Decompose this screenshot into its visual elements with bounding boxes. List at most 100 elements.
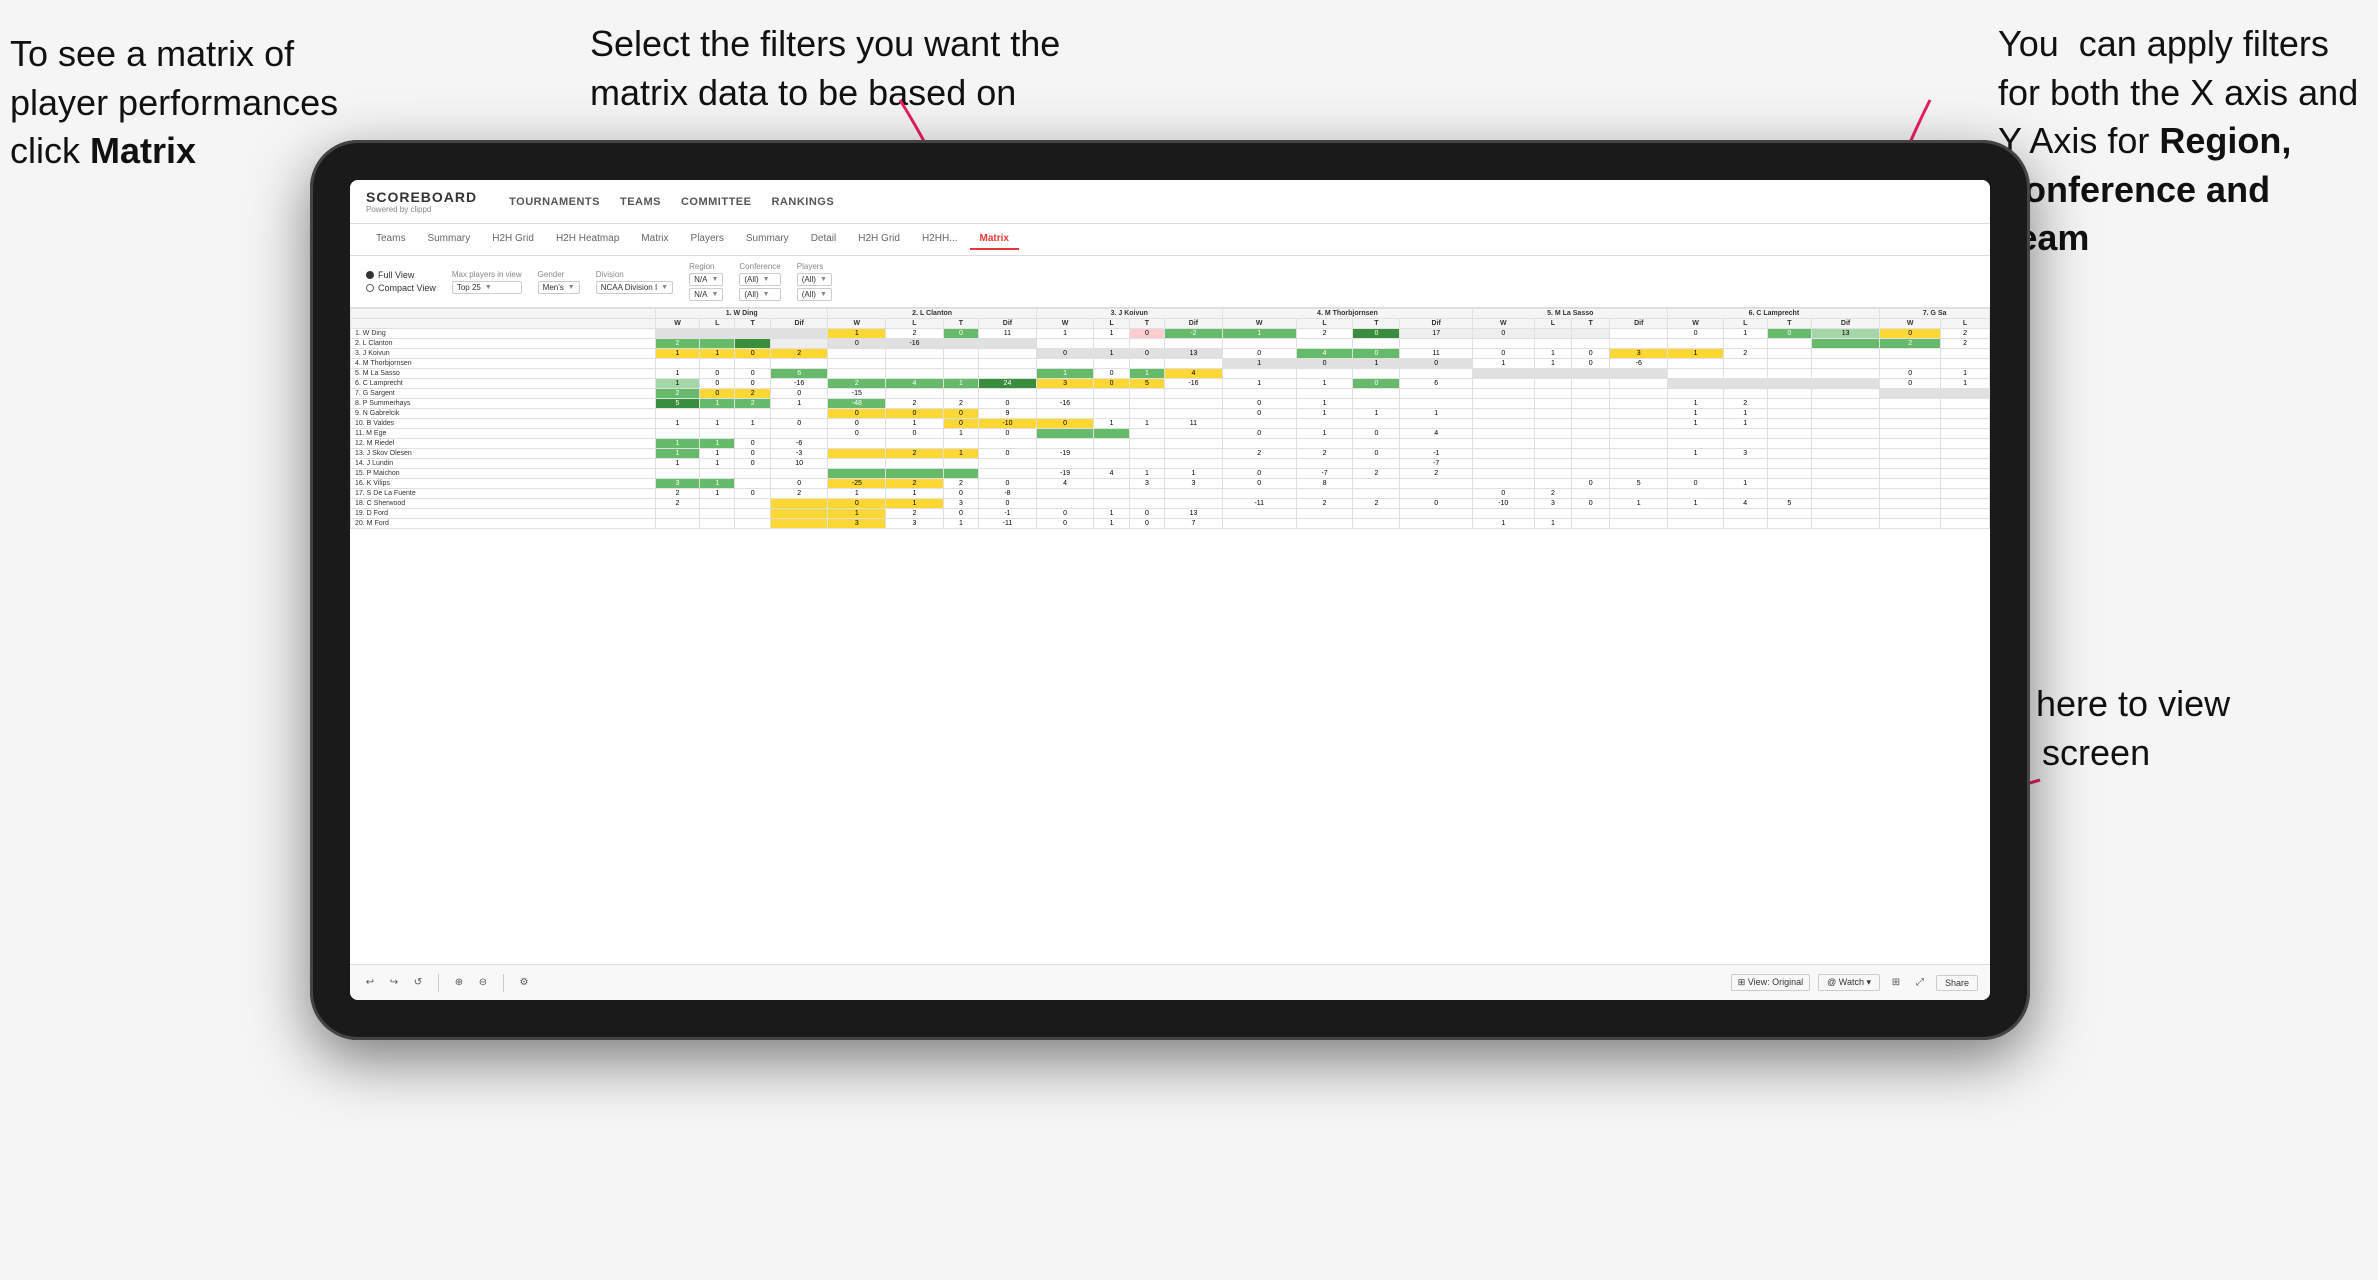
max-players-select[interactable]: Top 25 ▼ bbox=[452, 281, 522, 294]
matrix-cell: -6 bbox=[1610, 359, 1668, 369]
sh-w7: W bbox=[1880, 319, 1941, 329]
matrix-cell: 1 bbox=[1094, 329, 1129, 339]
matrix-cell bbox=[1723, 339, 1767, 349]
matrix-cell bbox=[1296, 459, 1353, 469]
conference-select-2[interactable]: (All) ▼ bbox=[739, 288, 780, 301]
matrix-cell: 1 bbox=[1668, 419, 1723, 429]
matrix-cell bbox=[979, 359, 1037, 369]
zoom-in-icon[interactable]: ⊕ bbox=[451, 975, 467, 991]
matrix-cell bbox=[1767, 389, 1811, 399]
matrix-cell bbox=[1222, 459, 1296, 469]
sh-w5: W bbox=[1473, 319, 1535, 329]
tab-matrix-active[interactable]: Matrix bbox=[970, 229, 1019, 250]
region-select-2[interactable]: N/A ▼ bbox=[689, 288, 723, 301]
view-options: Full View Compact View bbox=[366, 270, 436, 293]
view-original-btn[interactable]: ⊞ View: Original bbox=[1731, 974, 1810, 991]
matrix-cell: 0 bbox=[1129, 509, 1164, 519]
tab-h2hh[interactable]: H2HH... bbox=[912, 229, 968, 250]
tab-teams[interactable]: Teams bbox=[366, 229, 415, 250]
matrix-cell: -16 bbox=[1036, 399, 1094, 409]
matrix-cell bbox=[1668, 369, 1723, 379]
matrix-cell bbox=[1941, 449, 1990, 459]
nav-tournaments[interactable]: TOURNAMENTS bbox=[509, 192, 600, 212]
matrix-cell: 24 bbox=[979, 379, 1037, 389]
matrix-cell bbox=[1094, 339, 1129, 349]
matrix-cell: 11 bbox=[1165, 419, 1223, 429]
refresh-icon[interactable]: ↺ bbox=[410, 975, 426, 991]
conference-select-1[interactable]: (All) ▼ bbox=[739, 273, 780, 286]
player-name-cell: 2. L Clanton bbox=[351, 339, 656, 349]
col-header-7: 7. G Sa bbox=[1880, 309, 1990, 319]
region-arrow-2: ▼ bbox=[711, 291, 718, 298]
col-header-3: 3. J Koivun bbox=[1036, 309, 1222, 319]
matrix-cell bbox=[1534, 429, 1572, 439]
col-header-empty bbox=[351, 309, 656, 319]
fullscreen-icon[interactable]: ⤢ bbox=[1912, 975, 1928, 991]
matrix-cell bbox=[979, 349, 1037, 359]
matrix-cell bbox=[1610, 389, 1668, 399]
matrix-cell: 0 bbox=[770, 419, 828, 429]
matrix-cell bbox=[1941, 439, 1990, 449]
view-full-option[interactable]: Full View bbox=[366, 270, 436, 280]
players-select-2[interactable]: (All) ▼ bbox=[797, 288, 832, 301]
gender-select[interactable]: Men's ▼ bbox=[538, 281, 580, 294]
tab-summary[interactable]: Summary bbox=[417, 229, 480, 250]
matrix-cell bbox=[1880, 489, 1941, 499]
tab-h2h-grid[interactable]: H2H Grid bbox=[482, 229, 544, 250]
tab-h2h-grid2[interactable]: H2H Grid bbox=[848, 229, 910, 250]
matrix-cell: 0 bbox=[943, 509, 978, 519]
matrix-cell bbox=[1880, 439, 1941, 449]
matrix-cell: 0 bbox=[1222, 399, 1296, 409]
tab-matrix[interactable]: Matrix bbox=[631, 229, 678, 250]
matrix-area[interactable]: 1. W Ding 2. L Clanton 3. J Koivun 4. M … bbox=[350, 308, 1990, 964]
matrix-cell bbox=[1610, 459, 1668, 469]
matrix-cell bbox=[1165, 429, 1223, 439]
nav-teams[interactable]: TEAMS bbox=[620, 192, 661, 212]
matrix-cell bbox=[1610, 519, 1668, 529]
matrix-cell: 4 bbox=[1296, 349, 1353, 359]
matrix-cell: 0 bbox=[1353, 349, 1400, 359]
matrix-cell: 2 bbox=[1296, 329, 1353, 339]
watch-btn[interactable]: @ Watch ▾ bbox=[1818, 974, 1880, 991]
matrix-cell bbox=[1610, 339, 1668, 349]
matrix-cell bbox=[770, 329, 828, 339]
nav-rankings[interactable]: RANKINGS bbox=[771, 192, 834, 212]
matrix-cell bbox=[770, 519, 828, 529]
tab-h2h-heatmap[interactable]: H2H Heatmap bbox=[546, 229, 629, 250]
tab-players[interactable]: Players bbox=[681, 229, 734, 250]
undo-icon[interactable]: ↩ bbox=[362, 975, 378, 991]
matrix-cell bbox=[1036, 489, 1094, 499]
matrix-cell bbox=[1222, 489, 1296, 499]
matrix-cell bbox=[1165, 389, 1223, 399]
matrix-table: 1. W Ding 2. L Clanton 3. J Koivun 4. M … bbox=[350, 308, 1990, 529]
matrix-cell bbox=[1941, 389, 1990, 399]
matrix-cell: 0 bbox=[1036, 349, 1094, 359]
conference-label: Conference bbox=[739, 262, 780, 271]
matrix-cell bbox=[1534, 409, 1572, 419]
matrix-cell bbox=[1668, 359, 1723, 369]
matrix-cell: 2 bbox=[1880, 339, 1941, 349]
region-select-1[interactable]: N/A ▼ bbox=[689, 273, 723, 286]
share-btn[interactable]: Share bbox=[1936, 975, 1978, 991]
matrix-cell bbox=[1668, 509, 1723, 519]
nav-committee[interactable]: COMMITTEE bbox=[681, 192, 752, 212]
players-select-1[interactable]: (All) ▼ bbox=[797, 273, 832, 286]
zoom-out-icon[interactable]: ⊖ bbox=[475, 975, 491, 991]
matrix-cell bbox=[1880, 399, 1941, 409]
matrix-cell bbox=[1880, 429, 1941, 439]
matrix-cell: 0 bbox=[1036, 419, 1094, 429]
player-name-cell: 16. K Vilips bbox=[351, 479, 656, 489]
matrix-cell: 4 bbox=[1723, 499, 1767, 509]
view-compact-option[interactable]: Compact View bbox=[366, 283, 436, 293]
settings-icon[interactable]: ⚙ bbox=[516, 975, 532, 991]
tab-summary2[interactable]: Summary bbox=[736, 229, 799, 250]
tab-detail[interactable]: Detail bbox=[801, 229, 847, 250]
matrix-cell bbox=[735, 509, 770, 519]
matrix-cell: 0 bbox=[735, 459, 770, 469]
redo-icon[interactable]: ↪ bbox=[386, 975, 402, 991]
matrix-cell bbox=[1129, 489, 1164, 499]
matrix-cell: 2 bbox=[1222, 449, 1296, 459]
layout-icon[interactable]: ⊞ bbox=[1888, 975, 1904, 991]
division-select[interactable]: NCAA Division I ▼ bbox=[596, 281, 673, 294]
matrix-cell bbox=[700, 429, 735, 439]
